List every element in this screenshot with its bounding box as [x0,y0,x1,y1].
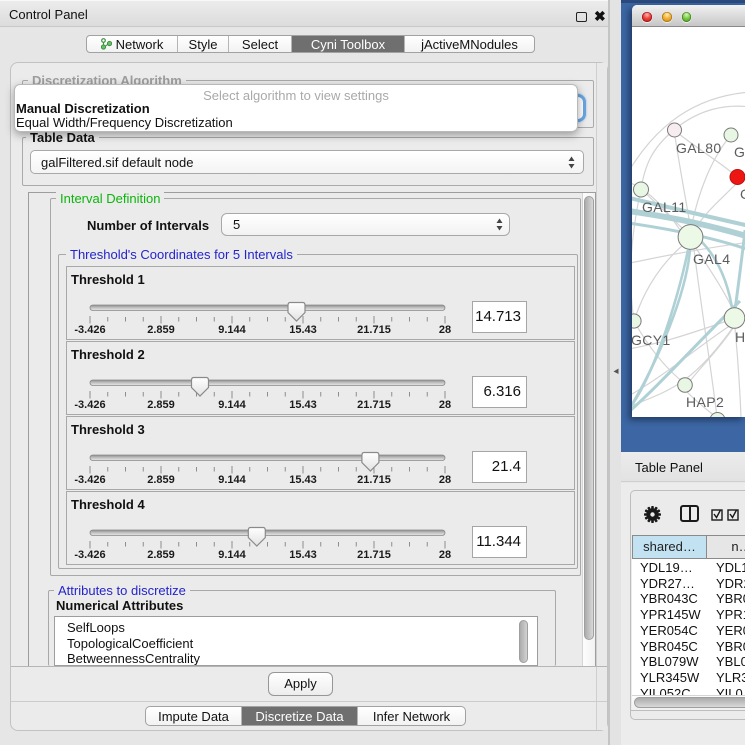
svg-text:9.144: 9.144 [218,324,246,336]
svg-text:21.715: 21.715 [357,324,391,336]
svg-text:21.715: 21.715 [357,474,391,486]
svg-text:28: 28 [439,549,451,561]
svg-text:28: 28 [439,399,451,411]
svg-text:15.43: 15.43 [289,474,317,486]
svg-text:H: H [735,329,745,345]
svg-text:GAL80: GAL80 [676,140,722,156]
svg-text:9.144: 9.144 [218,474,246,486]
svg-text:15.43: 15.43 [289,399,317,411]
svg-text:GAL11: GAL11 [642,199,687,215]
svg-text:21.715: 21.715 [357,399,391,411]
svg-text:2.859: 2.859 [147,324,175,336]
svg-text:HAP2: HAP2 [686,394,724,410]
svg-text:28: 28 [439,474,451,486]
svg-text:GA: GA [734,144,745,160]
svg-text:2.859: 2.859 [147,549,175,561]
svg-text:2.859: 2.859 [147,399,175,411]
svg-text:9.144: 9.144 [218,399,246,411]
svg-text:C: C [740,186,745,202]
svg-text:2.859: 2.859 [147,474,175,486]
svg-text:28: 28 [439,324,451,336]
svg-text:21.715: 21.715 [357,549,391,561]
svg-text:-3.426: -3.426 [74,549,105,561]
svg-text:GAL4: GAL4 [693,251,730,267]
svg-text:-3.426: -3.426 [74,324,105,336]
svg-text:15.43: 15.43 [289,324,317,336]
svg-text:GCY1: GCY1 [632,332,671,348]
svg-text:15.43: 15.43 [289,549,317,561]
svg-text:9.144: 9.144 [218,549,246,561]
svg-text:-3.426: -3.426 [74,474,105,486]
svg-text:-3.426: -3.426 [74,399,105,411]
